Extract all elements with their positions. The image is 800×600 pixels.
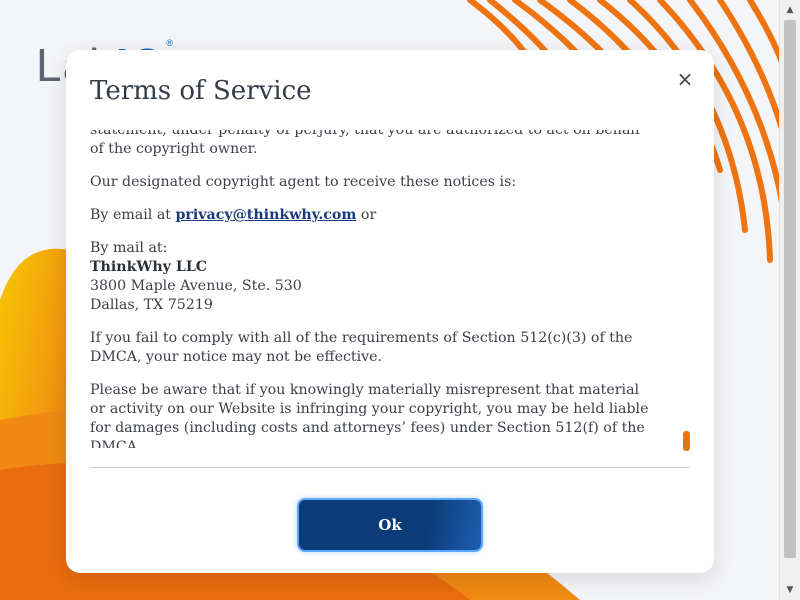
mail-city: Dallas, TX 75219 bbox=[90, 297, 213, 313]
page-scrollbar[interactable]: ▲ ▼ bbox=[779, 0, 800, 600]
mail-street: 3800 Maple Avenue, Ste. 530 bbox=[90, 278, 302, 294]
email-suffix: or bbox=[356, 207, 377, 223]
mail-company: ThinkWhy LLC bbox=[90, 259, 208, 275]
mail-label: By mail at: bbox=[90, 240, 168, 256]
paragraph-authorization-line1: statement, under penalty of perjury, tha… bbox=[90, 130, 641, 138]
ok-button[interactable]: Ok bbox=[299, 500, 481, 550]
content-scrollbar-thumb[interactable] bbox=[683, 431, 690, 451]
modal-title: Terms of Service bbox=[90, 76, 312, 106]
logo-registered-mark: ® bbox=[166, 38, 174, 48]
email-prefix: By email at bbox=[90, 207, 176, 223]
terms-modal: Terms of Service × statement, under pena… bbox=[66, 50, 714, 573]
page-scrollbar-thumb[interactable] bbox=[784, 20, 796, 558]
paragraph-authorization-line2: of the copyright owner. bbox=[90, 141, 258, 157]
paragraph-authorization: statement, under penalty of perjury, tha… bbox=[90, 130, 650, 159]
privacy-email-link[interactable]: privacy@thinkwhy.com bbox=[176, 207, 357, 223]
scroll-down-arrow-icon[interactable]: ▼ bbox=[780, 582, 800, 598]
paragraph-email: By email at privacy@thinkwhy.com or bbox=[90, 206, 650, 225]
terms-scroll-content[interactable]: statement, under penalty of perjury, tha… bbox=[90, 130, 650, 448]
paragraph-requirements: If you fail to comply with all of the re… bbox=[90, 330, 633, 365]
scroll-up-arrow-icon[interactable]: ▲ bbox=[780, 2, 800, 18]
paragraph-mail: By mail at: ThinkWhy LLC 3800 Maple Aven… bbox=[90, 239, 650, 315]
modal-divider bbox=[90, 467, 690, 468]
close-icon[interactable]: × bbox=[674, 68, 696, 90]
paragraph-misrepresent: Please be aware that if you knowingly ma… bbox=[90, 382, 649, 448]
paragraph-agent: Our designated copyright agent to receiv… bbox=[90, 174, 517, 190]
